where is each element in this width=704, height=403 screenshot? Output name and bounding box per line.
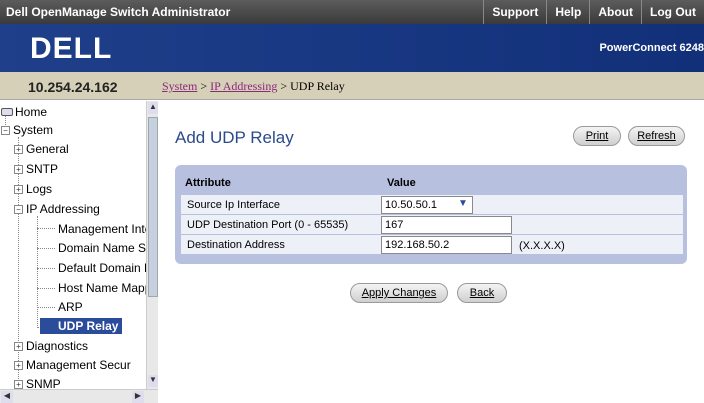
expand-icon[interactable]: +	[14, 145, 23, 154]
breadcrumb: System > IP Addressing > UDP Relay	[158, 72, 704, 100]
chevron-down-icon[interactable]: ▼	[456, 198, 470, 212]
tree-line	[37, 307, 55, 308]
home-icon	[1, 108, 13, 116]
tree-line	[37, 268, 55, 269]
breadcrumb-ip-addressing[interactable]: IP Addressing	[210, 79, 277, 93]
breadcrumb-separator: >	[280, 79, 288, 93]
select-value: 10.50.50.1	[385, 199, 437, 211]
scroll-right-icon[interactable]: ▶	[132, 391, 144, 403]
about-link[interactable]: About	[589, 0, 641, 24]
product-name: PowerConnect 6248	[599, 42, 704, 54]
scroll-left-icon[interactable]: ◀	[1, 391, 13, 403]
nav-item-system[interactable]: − System	[1, 123, 53, 137]
app-title: Dell OpenManage Switch Administrator	[6, 5, 231, 19]
table-header: Attribute Value	[181, 175, 681, 191]
scroll-thumb[interactable]	[148, 117, 158, 297]
nav-label: Default Domain N	[58, 261, 153, 275]
nav-item-management-interface[interactable]: Management Inte	[58, 222, 151, 236]
expand-icon[interactable]: +	[14, 380, 23, 389]
nav-item-general[interactable]: + General	[14, 142, 69, 156]
address-format-hint: (X.X.X.X)	[519, 240, 565, 252]
top-bar: Dell OpenManage Switch Administrator Sup…	[0, 0, 704, 24]
nav-item-host-name-mapping[interactable]: Host Name Mapp	[58, 281, 151, 295]
nav-label: Management Inte	[58, 222, 152, 236]
expand-icon[interactable]: +	[14, 185, 23, 194]
page-title: Add UDP Relay	[175, 128, 294, 147]
nav-label: Logs	[26, 182, 53, 196]
collapse-icon[interactable]: −	[1, 126, 10, 135]
nav-label: IP Addressing	[26, 202, 100, 216]
destination-address-label: Destination Address	[187, 239, 285, 251]
help-link[interactable]: Help	[546, 0, 589, 24]
nav-item-sntp[interactable]: + SNTP	[14, 162, 58, 176]
breadcrumb-separator: >	[200, 79, 208, 93]
nav-label: System	[13, 123, 54, 137]
nav-item-home[interactable]: Home	[1, 105, 47, 119]
scroll-down-icon[interactable]: ▼	[148, 375, 158, 387]
collapse-icon[interactable]: −	[14, 205, 23, 214]
source-ip-interface-select[interactable]: 10.50.50.1 ▼	[381, 196, 473, 214]
value-header: Value	[387, 177, 416, 189]
ip-address: 10.254.24.162	[28, 79, 118, 95]
logout-link[interactable]: Log Out	[641, 0, 704, 24]
top-links: Support Help About Log Out	[483, 0, 704, 24]
print-button[interactable]: Print	[573, 126, 621, 146]
nav-item-arp[interactable]: ARP	[58, 300, 83, 314]
tree-line	[37, 248, 55, 249]
source-ip-interface-label: Source Ip Interface	[187, 199, 280, 211]
attribute-header: Attribute	[185, 177, 231, 189]
nav-label: Domain Name S	[58, 241, 147, 255]
nav-label: Management Secur	[26, 358, 131, 372]
main-content: Add UDP Relay Print Refresh Attribute Va…	[159, 101, 704, 403]
dell-banner: DELL PowerConnect 6248	[0, 24, 704, 72]
nav-item-default-domain-name[interactable]: Default Domain N	[58, 261, 153, 275]
expand-icon[interactable]: +	[14, 165, 23, 174]
nav-vertical-scrollbar[interactable]: ▲ ▼	[146, 101, 158, 389]
nav-item-diagnostics[interactable]: + Diagnostics	[14, 339, 88, 353]
udp-relay-form-panel: Attribute Value Source Ip Interface 10.5…	[175, 165, 687, 264]
nav-item-domain-name-server[interactable]: Domain Name S	[58, 241, 146, 255]
nav-item-udp-relay[interactable]: UDP Relay	[40, 318, 123, 334]
table-row: UDP Destination Port (0 - 65535) 167	[181, 214, 683, 234]
expand-icon[interactable]: +	[14, 342, 23, 351]
tree-line	[37, 228, 55, 229]
refresh-button[interactable]: Refresh	[628, 126, 685, 146]
nav-item-management-security[interactable]: + Management Secur	[14, 358, 131, 372]
nav-label: ARP	[58, 300, 83, 314]
destination-address-input[interactable]: 192.168.50.2	[381, 236, 512, 254]
expand-icon[interactable]: +	[14, 361, 23, 370]
support-link[interactable]: Support	[483, 0, 546, 24]
nav-item-logs[interactable]: + Logs	[14, 182, 52, 196]
nav-tree: Home − System + General + SNTP + Logs − IP Ad…	[0, 101, 158, 403]
nav-label: Host Name Mapp	[58, 281, 152, 295]
nav-item-ip-addressing[interactable]: − IP Addressing	[14, 202, 100, 216]
table-row: Destination Address 192.168.50.2 (X.X.X.…	[181, 234, 683, 254]
table-row: Source Ip Interface 10.50.50.1 ▼	[181, 194, 683, 214]
ip-address-box: 10.254.24.162	[0, 72, 158, 100]
nav-label: UDP Relay	[58, 319, 119, 333]
tree-line	[37, 216, 38, 328]
nav-label: Home	[15, 105, 48, 119]
udp-destination-port-input[interactable]: 167	[381, 216, 512, 234]
nav-horizontal-scrollbar[interactable]: ◀ ▶	[0, 389, 158, 403]
breadcrumb-system[interactable]: System	[162, 79, 197, 93]
udp-destination-port-label: UDP Destination Port (0 - 65535)	[187, 219, 349, 231]
dell-logo: DELL	[30, 32, 113, 65]
tree-line	[37, 288, 55, 289]
nav-label: General	[26, 142, 69, 156]
scroll-up-icon[interactable]: ▲	[148, 102, 158, 114]
nav-label: SNTP	[26, 162, 59, 176]
apply-changes-button[interactable]: Apply Changes	[350, 283, 448, 303]
back-button[interactable]: Back	[457, 283, 507, 303]
breadcrumb-current: UDP Relay	[290, 79, 345, 93]
nav-label: Diagnostics	[26, 339, 89, 353]
